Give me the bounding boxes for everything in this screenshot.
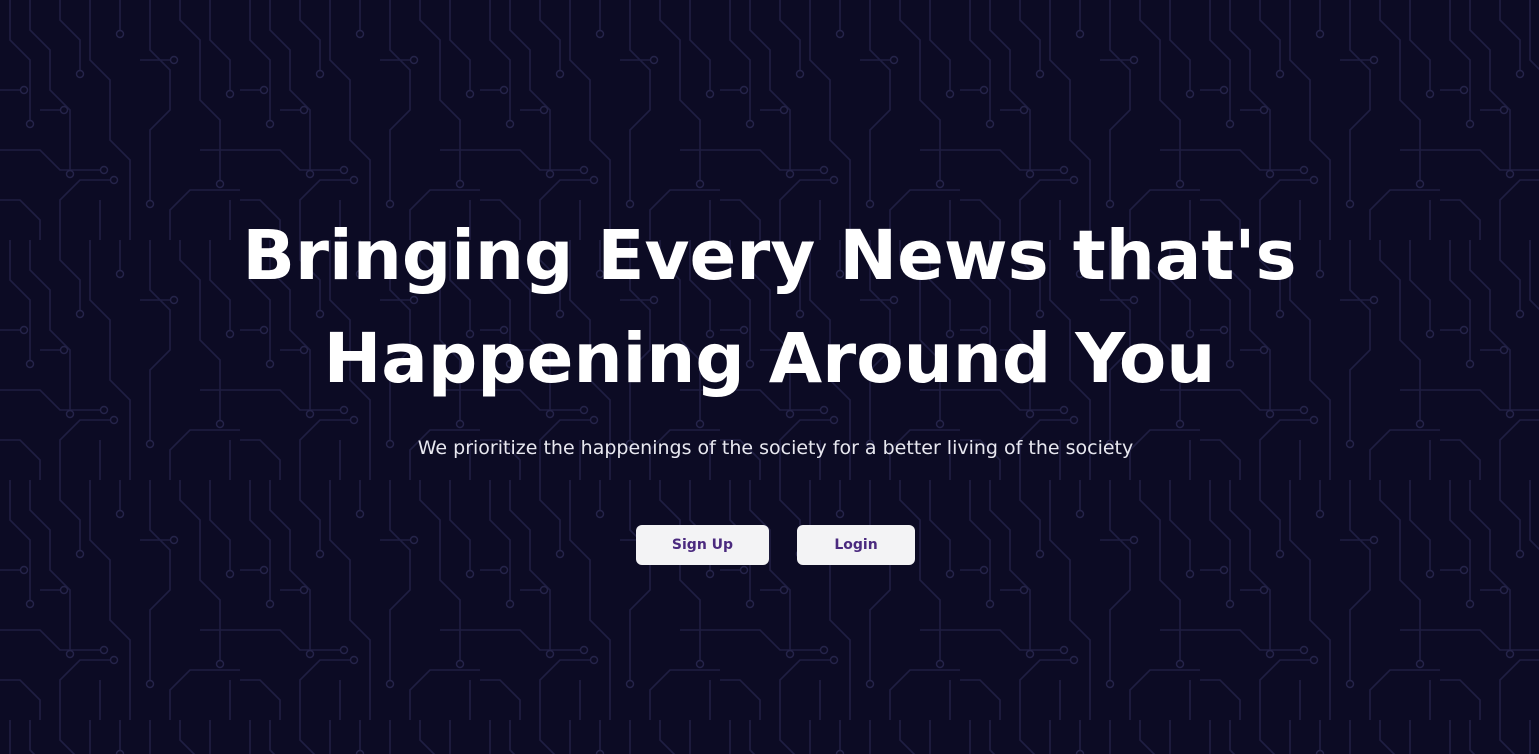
hero-headline-line1: Bringing Every News that's bbox=[242, 216, 1297, 296]
signup-button[interactable]: Sign Up bbox=[636, 525, 769, 565]
hero-content: Bringing Every News that's Happening Aro… bbox=[0, 0, 1539, 754]
hero-headline-line2: Happening Around You bbox=[323, 319, 1216, 399]
hero-subtitle: We prioritize the happenings of the soci… bbox=[417, 437, 1134, 459]
login-button[interactable]: Login bbox=[797, 525, 915, 565]
hero-headline: Bringing Every News that's Happening Aro… bbox=[0, 205, 1539, 411]
hero-section: Bringing Every News that's Happening Aro… bbox=[0, 0, 1539, 754]
